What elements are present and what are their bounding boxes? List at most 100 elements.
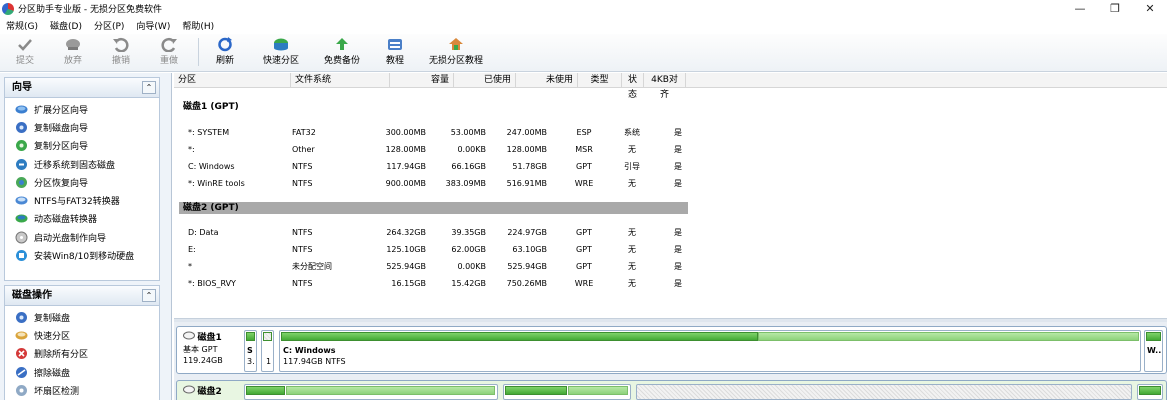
free-space-bar bbox=[286, 386, 495, 395]
partition-label: W... bbox=[1147, 346, 1163, 355]
menu-help[interactable]: 帮助(H) bbox=[176, 19, 220, 32]
cell-status: 引导 bbox=[624, 162, 640, 171]
copy-disk-icon bbox=[16, 121, 27, 133]
redo-icon bbox=[161, 37, 177, 52]
disk1-map-row[interactable]: 磁盘1 基本 GPT 119.24GB S 3. 1 C: Windows 117.… bbox=[176, 326, 1167, 374]
commit-button[interactable]: 提交 bbox=[8, 37, 42, 69]
disk-ops-list: 复制磁盘 快速分区 删除所有分区 擦除磁盘 坏扇区检测 bbox=[5, 306, 159, 399]
cell-partition: *: WinRE tools bbox=[188, 179, 245, 188]
disk2-partition-data[interactable] bbox=[244, 384, 498, 400]
usage-bar bbox=[1139, 386, 1161, 395]
undo-button[interactable]: 撤销 bbox=[104, 37, 138, 69]
refresh-button[interactable]: 刷新 bbox=[208, 37, 242, 69]
table-row[interactable]: E: NTFS 125.10GB 62.00GB 63.10GB GPT 无是 bbox=[174, 241, 694, 258]
cell-unused: 750.26MB bbox=[506, 279, 547, 288]
col-status[interactable]: 状态 bbox=[622, 73, 644, 100]
disk2-unallocated[interactable] bbox=[636, 384, 1132, 400]
extend-partition-icon bbox=[15, 105, 28, 114]
diskop-wipe-disk[interactable]: 擦除磁盘 bbox=[5, 363, 159, 381]
usage-bar bbox=[263, 332, 272, 341]
diskop-quick-partition[interactable]: 快速分区 bbox=[5, 326, 159, 344]
menu-general[interactable]: 常规(G) bbox=[0, 19, 44, 32]
cell-unused: 128.00MB bbox=[506, 145, 547, 154]
free-space-bar bbox=[568, 386, 628, 395]
table-row[interactable]: * 未分配空间 525.94GB 0.00KB 525.94GB GPT 无是 bbox=[174, 258, 694, 275]
quick-partition-button[interactable]: 快速分区 bbox=[256, 37, 306, 69]
lossless-tutorial-button[interactable]: 无损分区教程 bbox=[426, 37, 486, 69]
diskop-copy-disk[interactable]: 复制磁盘 bbox=[5, 308, 159, 326]
quick-partition-icon bbox=[15, 331, 28, 340]
disk1-group-header[interactable]: 磁盘1 (GPT) bbox=[179, 101, 239, 113]
partition-recovery-icon bbox=[16, 176, 27, 188]
free-backup-button[interactable]: 免费备份 bbox=[318, 37, 366, 69]
partition-list: 分区 文件系统 容量 已使用 未使用 类型 状态 4KB对齐 磁盘1 (GPT)… bbox=[174, 73, 1167, 318]
wizard-dynamic-disk[interactable]: 动态磁盘转换器 bbox=[5, 210, 159, 228]
toolbar-separator bbox=[198, 38, 199, 66]
menu-wizard[interactable]: 向导(W) bbox=[130, 19, 176, 32]
diskop-bad-sector[interactable]: 坏扇区检测 bbox=[5, 381, 159, 399]
menu-partition[interactable]: 分区(P) bbox=[88, 19, 130, 32]
minimize-button[interactable]: — bbox=[1063, 0, 1097, 17]
disk-ops-panel-title: 磁盘操作 bbox=[12, 290, 52, 301]
cell-unused: 51.78GB bbox=[512, 162, 547, 171]
redo-label: 重做 bbox=[159, 56, 178, 66]
cell-partition: *: bbox=[188, 145, 195, 154]
undo-label: 撤销 bbox=[111, 56, 130, 66]
disk-ops-panel-header: 磁盘操作 ⌃ bbox=[5, 286, 159, 306]
col-used[interactable]: 已使用 bbox=[454, 73, 516, 88]
wizard-extend-partition[interactable]: 扩展分区向导 bbox=[5, 100, 159, 118]
wizard-bootable-disc[interactable]: 启动光盘制作向导 bbox=[5, 228, 159, 246]
cell-used: 0.00KB bbox=[457, 145, 486, 154]
partition-sub: 1 bbox=[266, 357, 272, 366]
disk2-map-row[interactable]: 磁盘2 bbox=[176, 380, 1167, 400]
usage-bar bbox=[246, 386, 285, 395]
table-row[interactable]: *: WinRE tools NTFS 900.00MB 383.09MB 516.91… bbox=[174, 175, 694, 192]
disk2-partition-e[interactable] bbox=[503, 384, 631, 400]
close-button[interactable]: ✕ bbox=[1133, 0, 1167, 17]
disk1-partition-system[interactable]: S 3. bbox=[244, 330, 257, 372]
disk1-partition-windows[interactable]: C: Windows 117.94GB NTFS bbox=[279, 330, 1141, 372]
diskop-delete-all[interactable]: 删除所有分区 bbox=[5, 345, 159, 363]
wizard-copy-disk[interactable]: 复制磁盘向导 bbox=[5, 118, 159, 136]
col-type[interactable]: 类型 bbox=[578, 73, 622, 88]
menu-disk[interactable]: 磁盘(D) bbox=[44, 19, 88, 32]
redo-button[interactable]: 重做 bbox=[152, 37, 186, 69]
wizard-copy-partition[interactable]: 复制分区向导 bbox=[5, 137, 159, 155]
col-unused[interactable]: 未使用 bbox=[516, 73, 578, 88]
table-row[interactable]: C: Windows NTFS 117.94GB 66.16GB 51.78GB GPT 引… bbox=[174, 158, 694, 175]
col-4k-align[interactable]: 4KB对齐 bbox=[644, 73, 686, 100]
quick-partition-icon bbox=[274, 38, 288, 51]
maximize-button[interactable]: ❐ bbox=[1098, 0, 1132, 17]
table-row[interactable]: *: BIOS_RVY NTFS 16.15GB 15.42GB 750.26MB WRE… bbox=[174, 275, 694, 292]
wizard-migrate-os[interactable]: 迁移系统到固态磁盘 bbox=[5, 155, 159, 173]
disk2-group-header[interactable]: 磁盘2 (GPT) bbox=[179, 202, 688, 214]
disk2-info: 磁盘2 bbox=[183, 385, 222, 398]
cell-used: 53.00MB bbox=[450, 128, 486, 137]
discard-button[interactable]: 放弃 bbox=[56, 37, 90, 69]
cell-partition: D: Data bbox=[188, 228, 219, 237]
tutorial-button[interactable]: 教程 bbox=[380, 37, 410, 69]
col-filesystem[interactable]: 文件系统 bbox=[291, 73, 390, 88]
disk-ops-collapse-button[interactable]: ⌃ bbox=[142, 289, 156, 302]
wizard-partition-recovery[interactable]: 分区恢复向导 bbox=[5, 173, 159, 191]
wizard-windows-to-go[interactable]: 安装Win8/10到移动硬盘 bbox=[5, 246, 159, 264]
col-capacity[interactable]: 容量 bbox=[390, 73, 454, 88]
cell-4k-align: 是 bbox=[674, 179, 682, 188]
disk1-partition-msr[interactable]: 1 bbox=[261, 330, 274, 372]
tutorial-icon bbox=[388, 39, 402, 50]
disk1-partition-winre[interactable]: W... bbox=[1144, 330, 1163, 372]
migrate-os-icon bbox=[16, 158, 27, 170]
quick-partition-label: 快速分区 bbox=[262, 56, 299, 66]
table-row[interactable]: D: Data NTFS 264.32GB 39.35GB 224.97GB GPT 无是 bbox=[174, 224, 694, 241]
col-partition[interactable]: 分区 bbox=[174, 73, 291, 88]
disk2-partition-bios-rvy[interactable] bbox=[1137, 384, 1163, 400]
table-row[interactable]: *: Other 128.00MB 0.00KB 128.00MB MSR 无是 bbox=[174, 141, 694, 158]
lossless-tutorial-icon bbox=[449, 38, 463, 50]
wizard-collapse-button[interactable]: ⌃ bbox=[142, 81, 156, 94]
refresh-label: 刷新 bbox=[215, 56, 234, 66]
wipe-disk-icon bbox=[16, 366, 27, 378]
wizard-ntfs-fat32[interactable]: NTFS与FAT32转换器 bbox=[5, 191, 159, 209]
table-row[interactable]: *: SYSTEM FAT32 300.00MB 53.00MB 247.00MB ESP… bbox=[174, 124, 694, 141]
menu-bar: 常规(G) 磁盘(D) 分区(P) 向导(W) 帮助(H) bbox=[0, 17, 1167, 34]
cell-capacity: 128.00MB bbox=[385, 145, 426, 154]
